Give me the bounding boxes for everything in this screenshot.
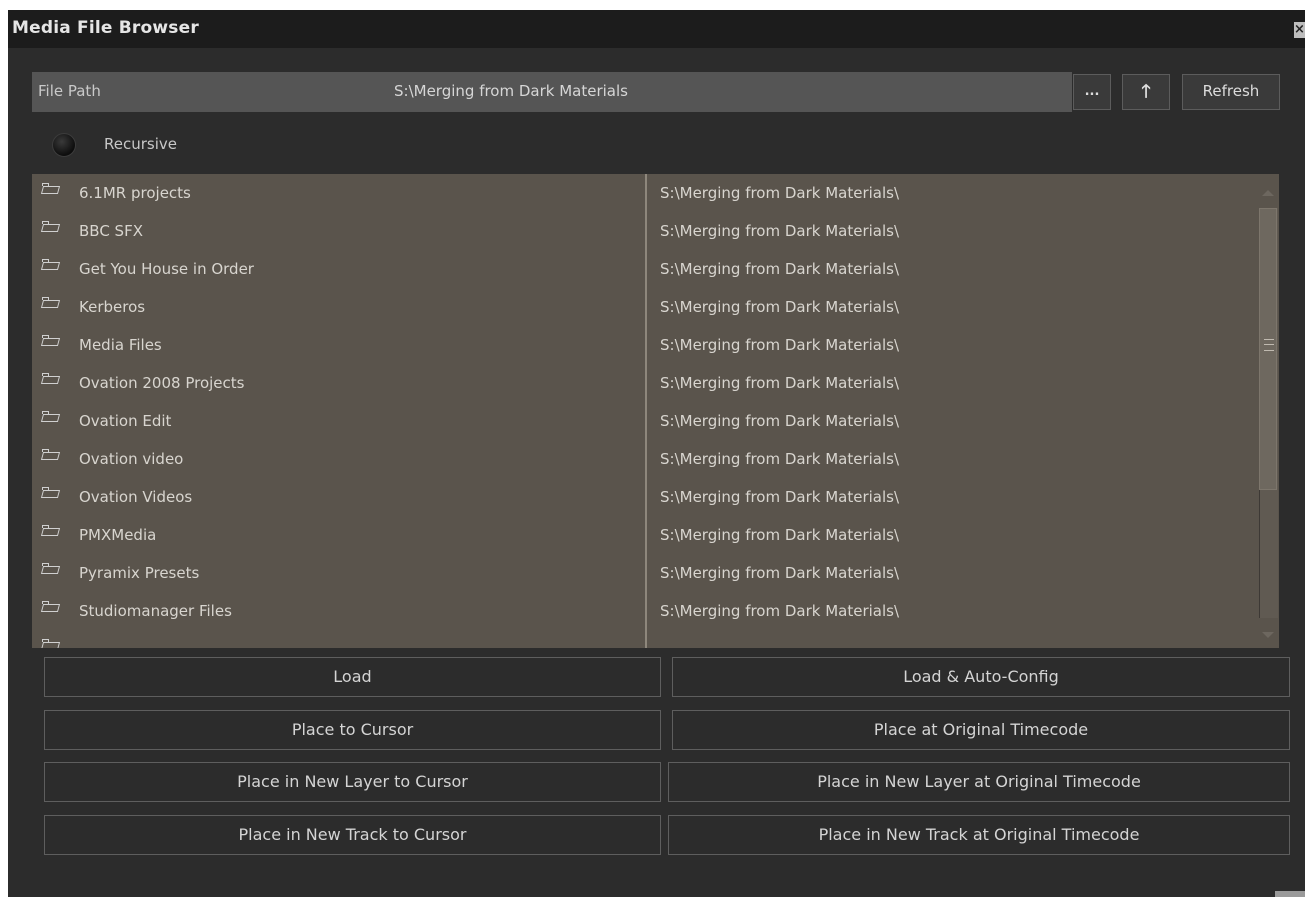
folder-path: S:\Merging from Dark Materials\ [660, 374, 900, 392]
folder-icon [42, 563, 59, 574]
resize-grip[interactable] [1275, 891, 1305, 897]
folder-name: Ovation Videos [79, 488, 193, 506]
folder-name: Media Files [79, 336, 162, 354]
recursive-label: Recursive [104, 135, 177, 153]
folder-name: Ovation 2008 Projects [79, 374, 245, 392]
folder-path: S:\Merging from Dark Materials\ [660, 526, 900, 544]
folder-icon [42, 639, 59, 648]
folder-icon [42, 487, 59, 498]
file-path-label: File Path [38, 82, 101, 100]
folder-name: 6.1MR projects [79, 184, 191, 202]
folder-icon [42, 601, 59, 612]
folder-path: S:\Merging from Dark Materials\ [660, 222, 900, 240]
folder-icon [42, 373, 59, 384]
folder-icon [42, 259, 59, 270]
file-path-value[interactable]: S:\Merging from Dark Materials [394, 82, 628, 100]
place-in-new-track-to-cursor-button[interactable]: Place in New Track to Cursor [44, 815, 661, 855]
folder-icon [42, 297, 59, 308]
folder-path: S:\Merging from Dark Materials\ [660, 298, 900, 316]
folder-icon [42, 525, 59, 536]
browse-button[interactable]: ... [1073, 74, 1111, 110]
folder-icon [42, 183, 59, 194]
folder-name: Get You House in Order [79, 260, 254, 278]
place-at-original-timecode-button[interactable]: Place at Original Timecode [672, 710, 1290, 750]
folder-path: S:\Merging from Dark Materials\ [660, 336, 900, 354]
folder-icon [42, 221, 59, 232]
place-in-new-layer-to-cursor-button[interactable]: Place in New Layer to Cursor [44, 762, 661, 802]
place-to-cursor-button[interactable]: Place to Cursor [44, 710, 661, 750]
folder-name: Kerberos [79, 298, 146, 316]
scroll-down-arrow-icon[interactable] [1262, 632, 1274, 638]
folder-path: S:\Merging from Dark Materials\ [660, 184, 900, 202]
folder-path: S:\Merging from Dark Materials\ [660, 260, 900, 278]
folder-icon [42, 335, 59, 346]
folder-name: BBC SFX [79, 222, 143, 240]
folder-path: S:\Merging from Dark Materials\ [660, 450, 900, 468]
folder-name: Studiomanager Files [79, 602, 232, 620]
close-icon[interactable]: × [1294, 22, 1305, 38]
window-title: Media File Browser [12, 18, 199, 38]
place-in-new-track-at-original-timecode-button[interactable]: Place in New Track at Original Timecode [668, 815, 1290, 855]
scroll-grip-icon [1264, 339, 1274, 351]
folder-icon [42, 411, 59, 422]
folder-path: S:\Merging from Dark Materials\ [660, 412, 900, 430]
folder-path: S:\Merging from Dark Materials\ [660, 564, 900, 582]
folder-name: PMXMedia [79, 526, 157, 544]
column-divider[interactable] [645, 174, 647, 648]
load-auto-config-button[interactable]: Load & Auto-Config [672, 657, 1290, 697]
folder-icon [42, 449, 59, 460]
vertical-scrollbar[interactable] [1257, 174, 1279, 648]
folder-name: Ovation Edit [79, 412, 172, 430]
media-file-browser-window: Media File Browser × File Path S:\Mergin… [8, 10, 1305, 897]
folder-name: Ovation video [79, 450, 184, 468]
load-button[interactable]: Load [44, 657, 661, 697]
place-in-new-layer-at-original-timecode-button[interactable]: Place in New Layer at Original Timecode [668, 762, 1290, 802]
folder-path: S:\Merging from Dark Materials\ [660, 488, 900, 506]
scroll-up-arrow-icon[interactable] [1262, 190, 1274, 196]
recursive-radio-icon[interactable] [52, 133, 76, 157]
file-list[interactable]: Studiomanager Files S:\Merging from Dark … [32, 174, 1279, 648]
folder-path: S:\Merging from Dark Materials\ [660, 602, 900, 620]
refresh-button[interactable]: Refresh [1182, 74, 1280, 110]
folder-name: Pyramix Presets [79, 564, 200, 582]
up-arrow-icon[interactable]: 🡑 [1122, 74, 1170, 110]
scroll-thumb[interactable] [1259, 208, 1277, 490]
file-path-field[interactable]: File Path S:\Merging from Dark Materials [32, 72, 1072, 112]
title-bar[interactable]: Media File Browser × [8, 10, 1305, 48]
